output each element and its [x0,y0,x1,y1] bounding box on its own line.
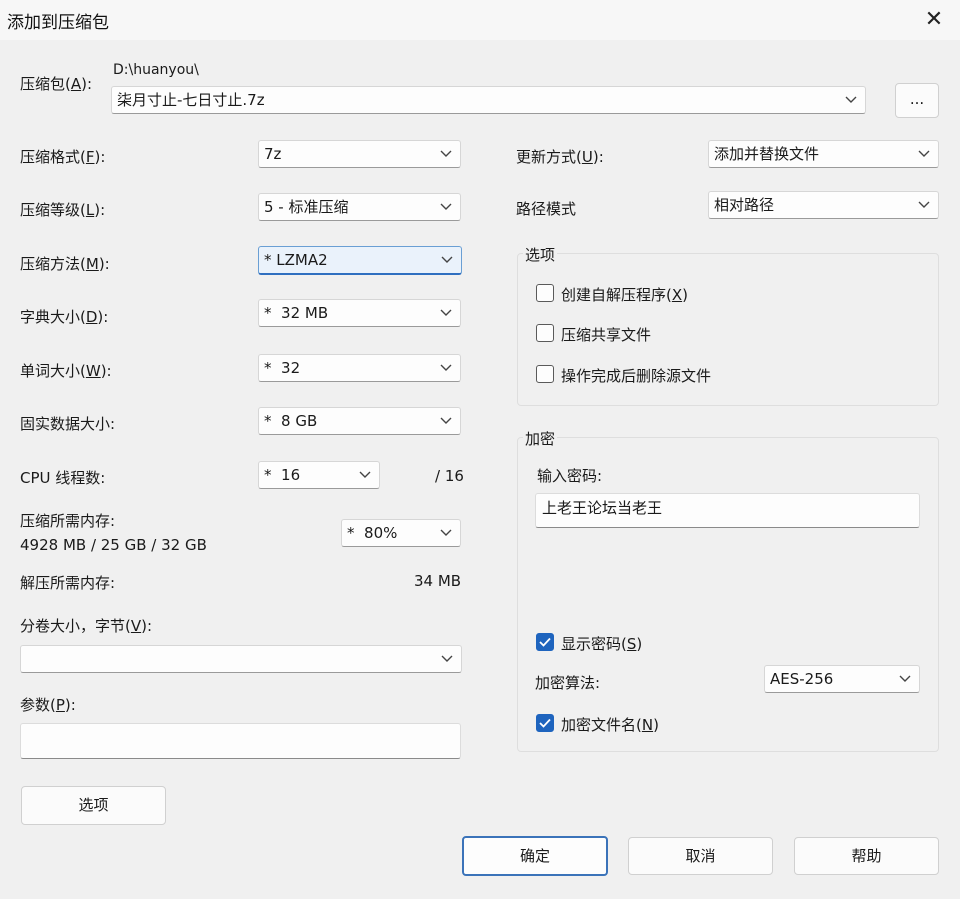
word-select[interactable]: * 32 [258,354,461,382]
close-icon[interactable]: ✕ [920,6,948,34]
delete-after-checkbox[interactable] [536,365,554,383]
chevron-down-icon [440,203,452,210]
show-password-label: 显示密码(S) [561,635,643,653]
dict-label: 字典大小(D): [20,308,109,326]
word-label: 单词大小(W): [20,362,112,380]
word-value: * 32 [264,359,301,377]
format-value: 7z [264,145,282,163]
volume-label: 分卷大小，字节(V): [20,617,153,635]
check-icon [539,718,551,728]
volume-select[interactable] [20,645,462,673]
path-mode-label: 路径模式 [516,200,577,218]
archive-path: D:\huanyou\ [113,62,199,78]
method-value: * LZMA2 [264,251,328,269]
sfx-checkbox[interactable] [536,284,554,302]
shared-files-checkbox[interactable] [536,324,554,342]
sfx-label: 创建自解压程序(X) [561,286,688,304]
chevron-down-icon [918,201,930,208]
show-password-checkbox[interactable] [536,633,554,651]
format-select[interactable]: 7z [258,140,461,168]
path-mode-value: 相对路径 [714,196,775,214]
check-icon [539,637,551,647]
dict-select[interactable]: * 32 MB [258,299,461,327]
delete-after-label: 操作完成后删除源文件 [561,367,712,385]
options-group-title: 选项 [523,244,558,265]
password-label: 输入密码: [537,467,603,485]
method-select[interactable]: * LZMA2 [258,246,462,275]
browse-button[interactable]: ... [895,83,939,118]
level-value: 5 - 标准压缩 [264,198,349,216]
level-label: 压缩等级(L): [20,201,106,219]
path-mode-select[interactable]: 相对路径 [708,191,939,219]
options-button[interactable]: 选项 [21,786,166,825]
chevron-down-icon [440,417,452,424]
update-label: 更新方式(U): [516,148,604,166]
chevron-down-icon [441,655,453,662]
solid-value: * 8 GB [264,412,318,430]
enc-method-label: 加密算法: [535,674,601,692]
mem-decompress-value: 34 MB [414,572,462,590]
update-select[interactable]: 添加并替换文件 [708,140,939,168]
archive-label: 压缩包(A): [20,75,93,93]
chevron-down-icon [918,150,930,157]
chevron-down-icon [440,364,452,371]
chevron-down-icon [440,529,452,536]
title-bar [0,0,960,40]
chevron-down-icon [440,150,452,157]
mem-decompress-label: 解压所需内存: [20,574,116,592]
dict-value: * 32 MB [264,304,329,322]
shared-files-label: 压缩共享文件 [561,326,652,344]
mem-compress-label: 压缩所需内存: [20,512,116,530]
enc-method-select[interactable]: AES-256 [764,665,920,693]
level-select[interactable]: 5 - 标准压缩 [258,193,461,221]
solid-select[interactable]: * 8 GB [258,407,461,435]
encrypt-names-label: 加密文件名(N) [561,716,659,734]
mem-compress-select[interactable]: * 80% [341,519,461,547]
password-input[interactable]: 上老王论坛当老王 [535,493,920,528]
ok-button[interactable]: 确定 [462,836,608,876]
mem-compress-detail: 4928 MB / 25 GB / 32 GB [20,536,207,554]
update-value: 添加并替换文件 [714,145,820,163]
window-title: 添加到压缩包 [7,13,109,33]
encrypt-names-checkbox[interactable] [536,714,554,732]
encryption-group-title: 加密 [523,428,558,449]
archive-filename-combo[interactable]: 柒月寸止-七日寸止.7z [111,86,866,114]
threads-label: CPU 线程数: [20,469,106,487]
threads-value: * 16 [264,466,301,484]
archive-filename-value: 柒月寸止-七日寸止.7z [117,91,265,109]
mem-compress-value: * 80% [347,524,398,542]
threads-select[interactable]: * 16 [258,461,380,489]
enc-method-value: AES-256 [770,670,834,688]
format-label: 压缩格式(F): [20,148,106,166]
chevron-down-icon [359,471,371,478]
chevron-down-icon [440,309,452,316]
threads-max: / 16 [435,467,464,485]
method-label: 压缩方法(M): [20,255,110,273]
chevron-down-icon [441,256,453,263]
chevron-down-icon [899,675,911,682]
params-label: 参数(P): [20,696,76,714]
solid-label: 固实数据大小: [20,415,116,433]
params-input[interactable] [20,723,461,759]
chevron-down-icon [845,96,857,103]
cancel-button[interactable]: 取消 [628,837,773,875]
help-button[interactable]: 帮助 [794,837,939,875]
